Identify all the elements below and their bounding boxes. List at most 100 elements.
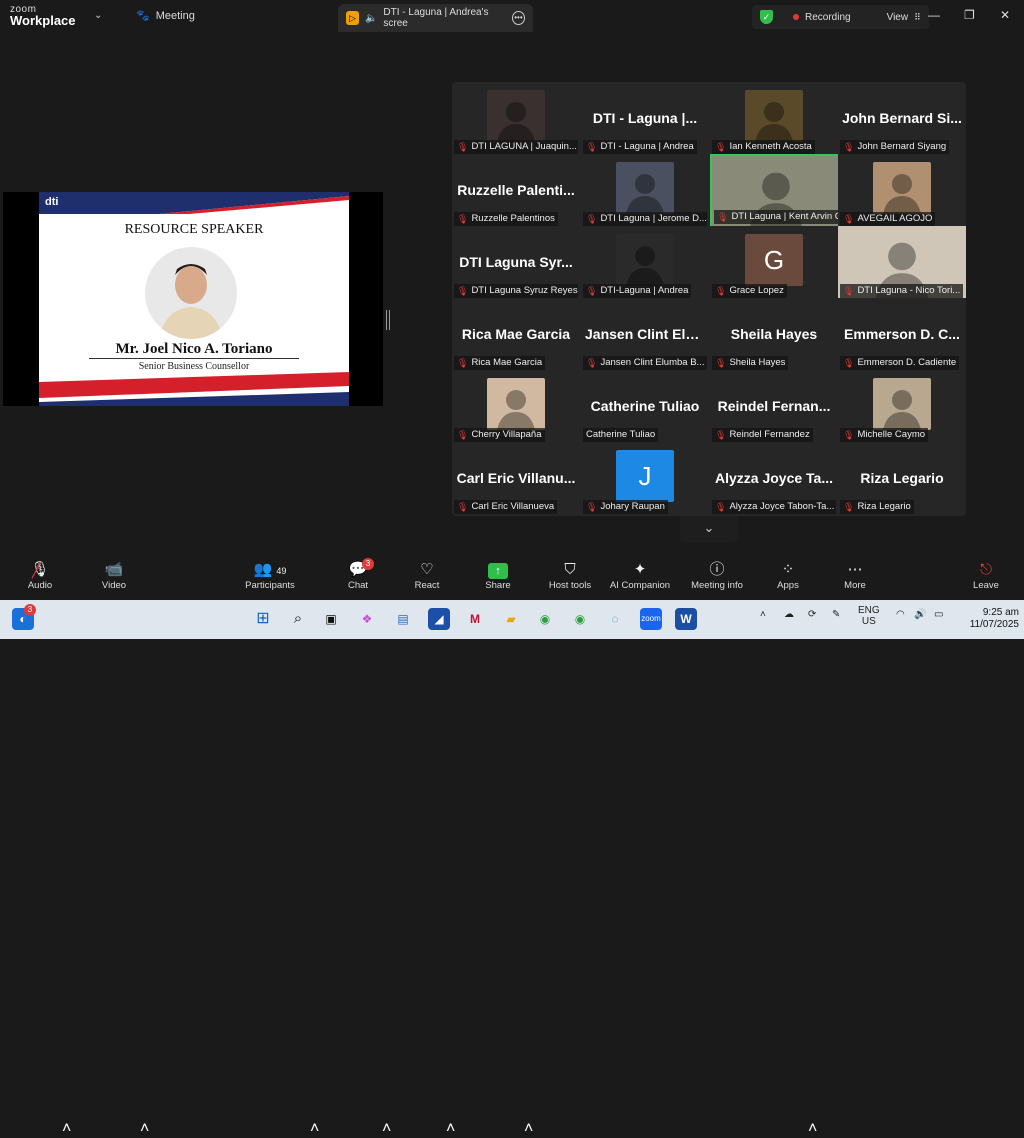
participants-caret-icon[interactable]: ˄ [310, 1120, 319, 1138]
participant-name-label: 🎙 Michelle Caymo [840, 428, 929, 442]
participant-tile[interactable]: 🎙 DTI Laguna - Nico Tori... [838, 226, 966, 298]
close-icon[interactable]: ✕ [1000, 8, 1010, 22]
participant-tile[interactable]: Carl Eric Villanu... 🎙 Carl Eric Villanuev… [452, 442, 580, 514]
file-explorer-icon[interactable]: ▰ [500, 608, 522, 630]
video-button[interactable]: 📹 Video [82, 560, 146, 591]
widgets-icon[interactable]: ◐ 3 [12, 604, 36, 630]
mic-muted-icon: 🎙 [715, 430, 727, 440]
pen-icon[interactable]: ✎ [832, 609, 840, 620]
chevron-down-icon[interactable]: ⌄ [94, 10, 102, 21]
gallery-expand-button[interactable]: ⌄ [680, 516, 738, 542]
windows-taskbar: ◐ 3 ⊞ ⌕ ▣ ❖ ▤ ◢ M ▰ ◉ ◉ ◌ zoom W ˄ ☁ ⟳ ✎ … [0, 600, 1024, 639]
info-icon: ⓘ [709, 561, 725, 578]
chrome-icon[interactable]: ◉ [534, 608, 556, 630]
edge-icon[interactable]: ◌ [604, 608, 626, 630]
participant-tile[interactable]: DTI - Laguna |... 🎙 DTI - Laguna | Andrea [581, 82, 709, 154]
apps-caret-icon[interactable]: ˄ [808, 1120, 817, 1138]
zoom-workplace-logo[interactable]: zoom Workplace [10, 4, 76, 27]
participant-tile[interactable]: 🎙 Michelle Caymo [838, 370, 966, 442]
screen-share-tab[interactable]: ▷ 🔈 DTI - Laguna | Andrea's scree ••• [338, 4, 533, 32]
participant-tile[interactable]: DTI Laguna Syr... 🎙 DTI Laguna Syruz Reyes [452, 226, 580, 298]
participant-tile[interactable]: Riza Legario 🎙 Riza Legario [838, 442, 966, 514]
chevron-up-icon[interactable]: ˄ [760, 609, 766, 620]
wifi-icon[interactable]: ◠ [896, 609, 905, 620]
meeting-info-button[interactable]: ⓘ Meeting info [684, 560, 750, 591]
more-icon[interactable]: ••• [511, 11, 525, 25]
mic-muted-icon: 🎙 [586, 286, 598, 296]
participants-button[interactable]: 👥 49 Participants [238, 560, 302, 591]
participant-tile[interactable]: 🎙 DTI Laguna | Jerome D... [581, 154, 709, 226]
participant-tile[interactable]: Alyzza Joyce Ta... 🎙 Alyzza Joyce Tabon-Ta… [710, 442, 838, 514]
chat-caret-icon[interactable]: ˄ [382, 1120, 391, 1138]
host-tools-button[interactable]: ⛉ Host tools [538, 560, 602, 591]
participant-gallery[interactable]: 🎙 DTI LAGUNA | Juaquin... DTI - Laguna |..… [452, 82, 966, 516]
participant-tile[interactable]: G 🎙 Grace Lopez [710, 226, 838, 298]
participant-tile[interactable]: Jansen Clint Elu... 🎙 Jansen Clint Elumba … [581, 298, 709, 370]
participant-tile[interactable]: 🎙 DTI LAGUNA | Juaquin... [452, 82, 580, 154]
chat-button[interactable]: 💬 3 Chat [326, 558, 390, 591]
participant-display-name: Jansen Clint Elu... [585, 326, 706, 342]
participant-tile[interactable]: Emmerson D. C... 🎙 Emmerson D. Cadiente [838, 298, 966, 370]
participant-tile[interactable]: 🎙 AVEGAIL AGOJO [838, 154, 966, 226]
participant-name-label: 🎙 John Bernard Siyang [840, 140, 950, 154]
battery-icon[interactable]: ▭ [934, 609, 943, 620]
more-button[interactable]: ⋯ More [823, 560, 887, 591]
task-view-icon[interactable]: ▣ [320, 608, 342, 630]
volume-icon[interactable]: 🔊 [914, 609, 926, 620]
participant-name-label: 🎙 DTI Laguna | Kent Arvin C... [714, 210, 838, 224]
participant-display-name: Rica Mae Garcia [461, 326, 571, 342]
recording-label[interactable]: Recording [805, 12, 851, 23]
search-icon[interactable]: ⌕ [287, 608, 309, 630]
meeting-tab[interactable]: 🐾 Meeting [136, 9, 195, 23]
apps-button[interactable]: ⁘ Apps [756, 560, 820, 591]
store-icon[interactable]: ▤ [392, 608, 414, 630]
word-icon[interactable]: W [675, 608, 697, 630]
participant-tile[interactable]: 🎙 DTI Laguna | Kent Arvin C... [710, 154, 840, 228]
react-button[interactable]: ♡ React [395, 560, 459, 591]
grid-icon[interactable]: ⠿ [914, 12, 921, 23]
participant-tile[interactable]: 🎙 Ian Kenneth Acosta [710, 82, 838, 154]
shield-check-icon[interactable]: ✓ [760, 10, 773, 24]
participant-name-label: 🎙 Sheila Hayes [712, 356, 789, 370]
audio-caret-icon[interactable]: ˄ [62, 1120, 71, 1138]
participant-tile[interactable]: Sheila Hayes 🎙 Sheila Hayes [710, 298, 838, 370]
zoom-icon[interactable]: zoom [640, 608, 662, 630]
start-icon[interactable]: ⊞ [252, 608, 274, 630]
react-caret-icon[interactable]: ˄ [446, 1120, 455, 1138]
copilot-icon[interactable]: ❖ [356, 608, 378, 630]
participant-tile[interactable]: Rica Mae Garcia 🎙 Rica Mae Garcia [452, 298, 580, 370]
participant-name: Cherry Villapaña [471, 429, 542, 440]
share-label: Share [485, 580, 511, 591]
participant-video [873, 378, 931, 430]
participant-tile[interactable]: Reindel Fernan... 🎙 Reindel Fernandez [710, 370, 838, 442]
participant-name: Jansen Clint Elumba B... [600, 357, 705, 368]
share-caret-icon[interactable]: ˄ [524, 1120, 533, 1138]
sync-icon[interactable]: ⟳ [808, 609, 816, 620]
participant-tile[interactable]: 🎙 Cherry Villapaña [452, 370, 580, 442]
app-icon[interactable]: ◢ [428, 608, 450, 630]
resize-handle[interactable] [386, 310, 390, 330]
share-button[interactable]: ↑ Share [466, 560, 530, 591]
ai-companion-button[interactable]: ✦ AI Companion [604, 560, 676, 591]
minimize-icon[interactable]: — [928, 8, 940, 22]
system-clock[interactable]: 9:25 am 11/07/2025 [955, 607, 1019, 631]
cloud-icon[interactable]: ☁ [784, 609, 794, 620]
audio-button[interactable]: 🎙 ╱ Audio [8, 560, 72, 591]
language-indicator[interactable]: ENG US [858, 605, 880, 627]
mcafee-icon[interactable]: M [464, 608, 486, 630]
mic-muted-icon: 🎙 [715, 502, 727, 512]
participant-tile[interactable]: J 🎙 Johary Raupan [581, 442, 709, 514]
shared-screen[interactable]: dti RESOURCE SPEAKER Mr. Joel Nico A. To… [3, 192, 383, 591]
participant-tile[interactable]: John Bernard Si... 🎙 John Bernard Siyang [838, 82, 966, 154]
view-button[interactable]: View [887, 12, 909, 23]
chrome-profile-icon[interactable]: ◉ [569, 608, 591, 630]
participant-name: Alyzza Joyce Tabon-Ta... [729, 501, 835, 512]
leave-icon: ⎋ [980, 561, 992, 578]
participant-tile[interactable]: 🎙 DTI-Laguna | Andrea [581, 226, 709, 298]
leave-button[interactable]: ⎋ Leave [954, 560, 1018, 591]
video-caret-icon[interactable]: ˄ [140, 1120, 149, 1138]
participant-name-label: 🎙 Alyzza Joyce Tabon-Ta... [712, 500, 836, 514]
restore-icon[interactable]: ❐ [964, 8, 975, 22]
participant-tile[interactable]: Ruzzelle Palenti... 🎙 Ruzzelle Palentinos [452, 154, 580, 226]
participant-tile[interactable]: Catherine Tuliao Catherine Tuliao [581, 370, 709, 442]
